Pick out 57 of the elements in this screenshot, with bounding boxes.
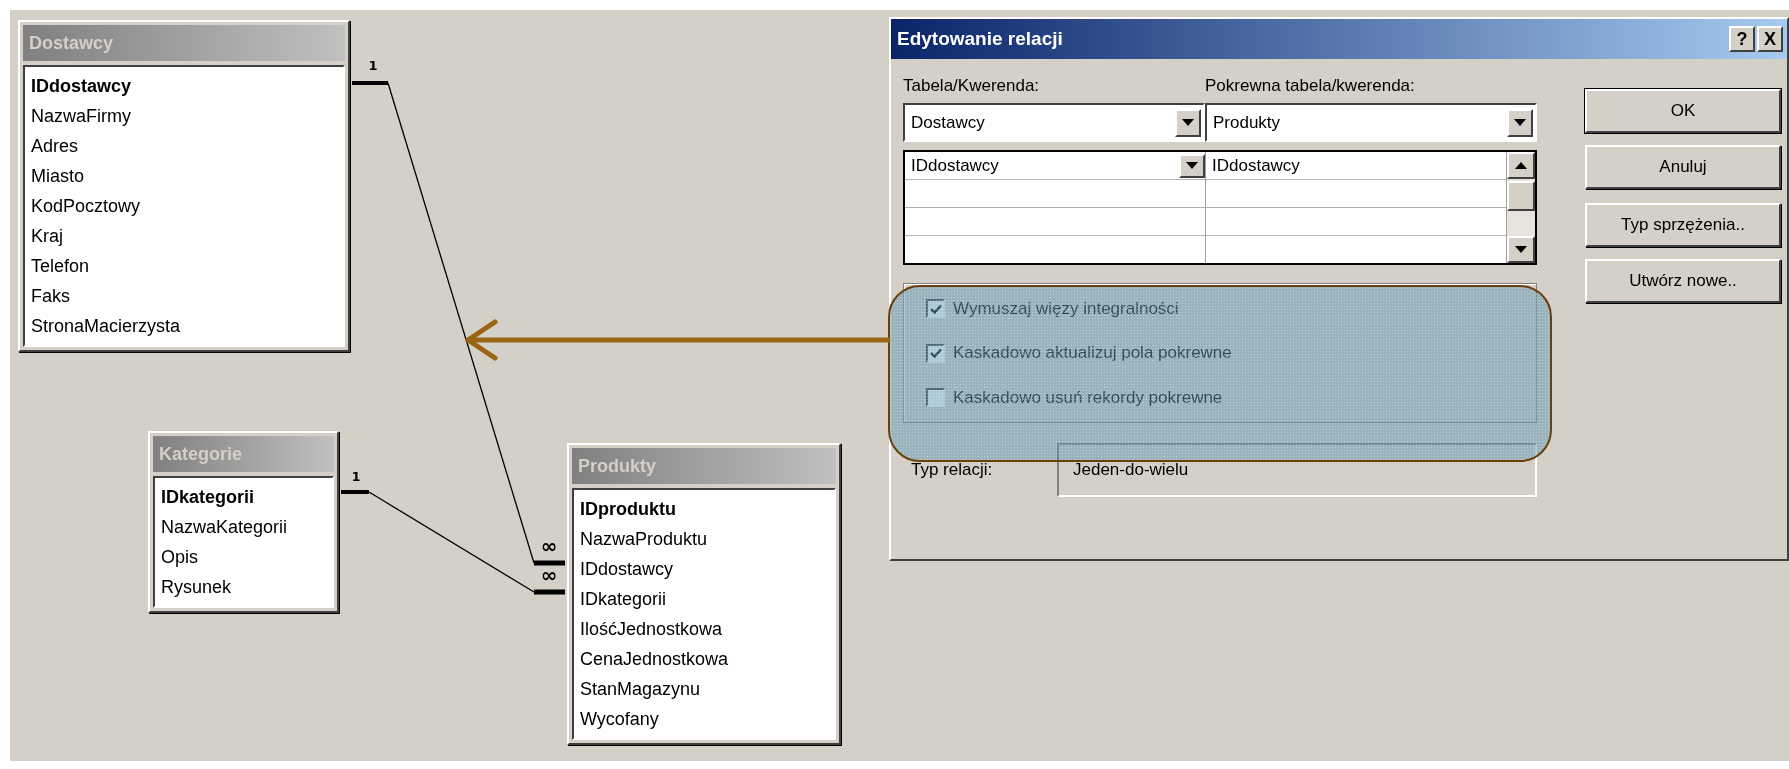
dropdown-field[interactable]: Dostawcy [903, 103, 1205, 142]
checkbox[interactable] [926, 299, 945, 319]
grid-cell[interactable]: IDdostawcy [1206, 152, 1506, 180]
relation-type-field: Jeden-do-wielu [1057, 443, 1537, 497]
table-title: Dostawcy [23, 25, 345, 61]
field-item[interactable]: IDdostawcy [31, 71, 337, 101]
field-item[interactable]: StronaMacierzysta [31, 311, 337, 341]
field-item[interactable]: CenaJednostkowa [580, 644, 828, 674]
field-item[interactable]: NazwaKategorii [161, 512, 326, 542]
field-label: Tabela/Kwerenda: [903, 75, 1041, 97]
field-item[interactable]: Kraj [31, 221, 337, 251]
dialog-button[interactable]: Anuluj [1585, 145, 1781, 189]
field-item[interactable]: Telefon [31, 251, 337, 281]
dropdown-arrow-icon [1514, 119, 1526, 126]
field-item[interactable]: Adres [31, 131, 337, 161]
field-label: Typ relacji: [910, 459, 994, 482]
help-button[interactable]: ? [1729, 26, 1755, 52]
cardinality-label: ∞ [540, 534, 558, 558]
field-item[interactable]: Miasto [31, 161, 337, 191]
dropdown-field[interactable]: Produkty [1205, 103, 1537, 142]
checkbox-label: Kaskadowo usuń rekordy pokrewne [953, 386, 1223, 409]
dialog-title: Edytowanie relacji [897, 26, 1064, 51]
checkmark-icon [929, 303, 942, 314]
checkbox[interactable] [926, 343, 945, 363]
field-item[interactable]: IDdostawcy [580, 554, 828, 584]
dropdown-arrow-icon [1182, 119, 1194, 126]
field-item[interactable]: Opis [161, 542, 326, 572]
dialog-button[interactable]: Typ sprzężenia.. [1585, 203, 1781, 247]
field-item[interactable]: Wycofany [580, 704, 828, 734]
field-item[interactable]: IDproduktu [580, 494, 828, 524]
checkbox-label: Wymuszaj więzy integralności [953, 298, 1179, 320]
field-item[interactable]: Rysunek [161, 572, 326, 602]
field-label: Pokrewna tabela/kwerenda: [1205, 75, 1416, 97]
field-item[interactable]: StanMagazynu [580, 674, 828, 704]
dropdown-arrow-icon [1186, 162, 1198, 169]
field-item[interactable]: IDkategorii [161, 482, 326, 512]
dialog-button[interactable]: OK [1585, 89, 1781, 133]
field-item[interactable]: NazwaFirmy [31, 101, 337, 131]
cardinality-label: ∞ [540, 563, 558, 587]
field-item[interactable]: NazwaProduktu [580, 524, 828, 554]
checkbox[interactable] [926, 387, 945, 407]
field-item[interactable]: IlośćJednostkowa [580, 614, 828, 644]
cardinality-label: 1 [368, 58, 378, 73]
up-arrow-icon [1515, 162, 1527, 169]
field-item[interactable]: KodPocztowy [31, 191, 337, 221]
table-title: Kategorie [153, 436, 334, 472]
checkmark-icon [929, 348, 942, 358]
close-button[interactable]: X [1757, 26, 1783, 52]
dropdown-arrow-icon [1515, 246, 1527, 253]
scrollbar[interactable] [1507, 152, 1535, 263]
table-title: Produkty [572, 448, 836, 484]
checkbox-label: Kaskadowo aktualizuj pola pokrewne [953, 342, 1232, 365]
dialog-button[interactable]: Utwórz nowe.. [1585, 259, 1781, 303]
field-item[interactable]: IDkategorii [580, 584, 828, 614]
grid-cell[interactable]: IDdostawcy [905, 152, 1205, 180]
cardinality-label: 1 [351, 469, 361, 484]
field-item[interactable]: Faks [31, 281, 337, 311]
